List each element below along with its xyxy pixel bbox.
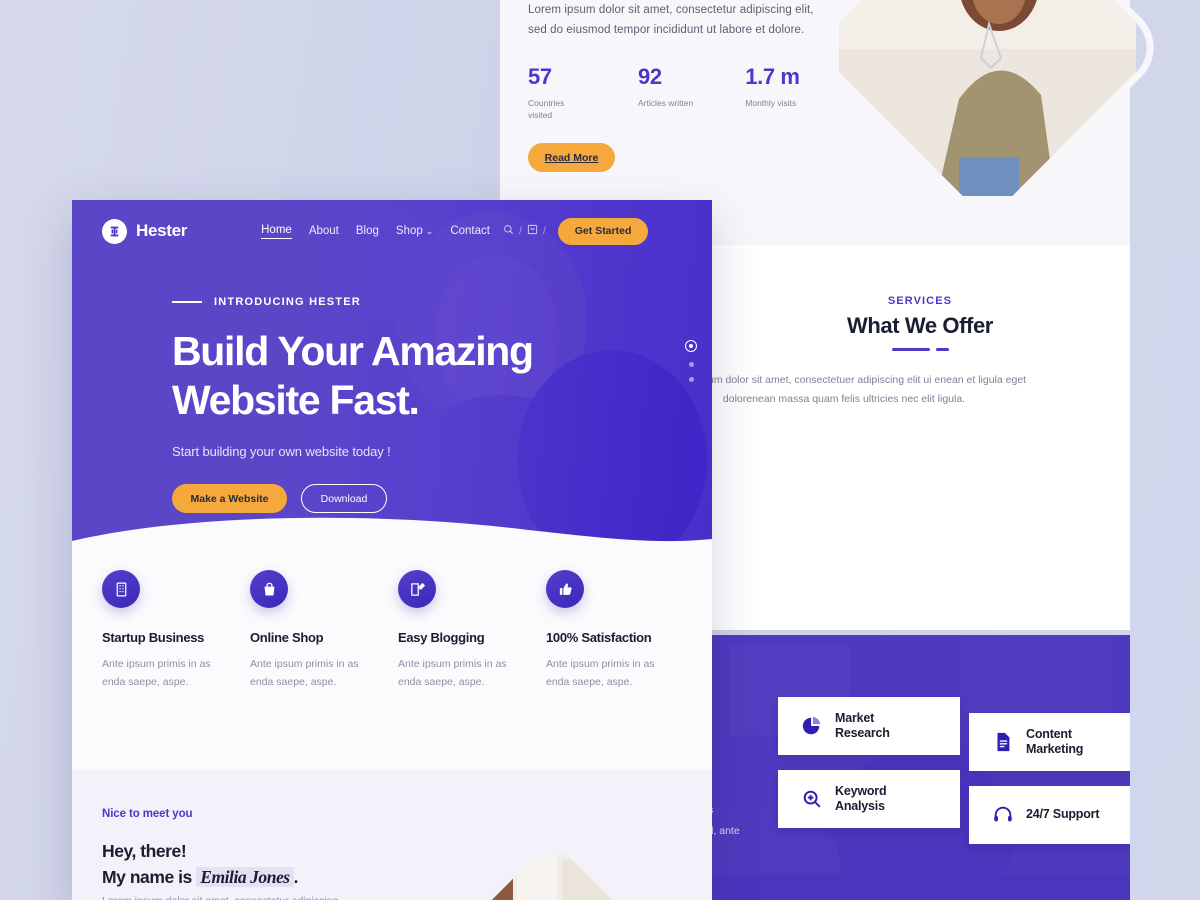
services-kicker: SERVICES <box>887 295 953 307</box>
meet-section: Nice to meet you Hey, there! My name is … <box>72 770 712 900</box>
search-icon[interactable] <box>503 224 514 238</box>
stat-label: Monthly visits <box>745 98 797 108</box>
meet-heading: Hey, there! My name is Emilia Jones. <box>102 838 299 890</box>
slider-dot[interactable] <box>688 377 694 382</box>
hero-buttons: Make a Website Download <box>172 484 533 513</box>
hero-wave-divider <box>72 517 712 555</box>
meet-name-line: My name is Emilia Jones. <box>102 864 299 890</box>
stat-item: 92 Articles written <box>638 66 693 121</box>
feature-desc: Ante ipsum primis in as enda saepe, aspe… <box>546 658 655 688</box>
kicker-dash <box>172 301 202 303</box>
nav-link-home[interactable]: Home <box>261 224 292 239</box>
document-icon <box>991 730 1015 754</box>
hero-kicker: INTRODUCING HESTER <box>172 296 533 308</box>
meet-person-name: Emilia Jones <box>196 867 294 887</box>
slider-dot[interactable] <box>688 362 694 367</box>
edit-square-icon <box>398 570 436 608</box>
nav-icons: / / <box>503 224 546 238</box>
nav-separator: / <box>543 225 547 237</box>
photo-illustration <box>447 855 657 900</box>
slider-dot-active[interactable] <box>685 340 697 352</box>
portrait-photo <box>432 840 672 900</box>
service-tile-support[interactable]: 24/7 Support <box>969 786 1130 844</box>
stat-item: 1.7 m Monthly visits <box>745 64 800 121</box>
hero-subtitle: Start building your own website today ! <box>172 444 391 459</box>
feature-easy-blogging[interactable]: Easy Blogging Ante ipsum primis in as en… <box>398 570 546 750</box>
feature-desc: Ante ipsum primis in as enda saepe, aspe… <box>398 658 507 688</box>
feature-title: Startup Business <box>102 630 205 645</box>
headset-icon <box>991 803 1015 827</box>
nav-links: Home About Blog Shop ⌄ Contact <box>261 224 490 239</box>
h-monogram-icon <box>102 218 127 244</box>
feature-title: Online Shop <box>250 630 324 645</box>
nav-separator: / <box>518 225 523 237</box>
meet-kicker: Nice to meet you <box>102 808 193 820</box>
stats-lede: Lorem ipsum dolor sit amet, consectetur … <box>528 4 814 36</box>
get-started-button[interactable]: Get Started <box>558 217 649 245</box>
nav-link-shop[interactable]: Shop ⌄ <box>396 225 433 237</box>
hero-copy: INTRODUCING HESTER Build Your Amazing We… <box>172 296 534 513</box>
building-icon <box>102 570 140 608</box>
services-title: What We Offer <box>847 313 993 338</box>
feature-title: 100% Satisfaction <box>546 630 652 645</box>
download-button[interactable]: Download <box>301 484 387 513</box>
shopping-bag-icon[interactable] <box>527 224 538 238</box>
services-rule <box>710 348 1130 351</box>
hero-title-line1: Build Your Amazing <box>172 328 534 374</box>
tile-label: Keyword Analysis <box>835 783 887 814</box>
nav-link-blog[interactable]: Blog <box>356 225 379 237</box>
magnifier-plus-icon <box>800 787 824 811</box>
thumbs-up-icon <box>546 570 584 608</box>
tile-label: Content Marketing <box>1026 726 1084 757</box>
meet-greeting: Hey, there! <box>102 841 187 861</box>
feature-startup-business[interactable]: Startup Business Ante ipsum primis in as… <box>102 570 250 750</box>
stat-value: 57 <box>528 64 552 89</box>
hero-kicker-text: INTRODUCING HESTER <box>214 296 361 308</box>
nav-link-contact[interactable]: Contact <box>450 225 490 237</box>
feature-online-shop[interactable]: Online Shop Ante ipsum primis in as enda… <box>250 570 398 750</box>
pie-chart-icon <box>800 714 824 738</box>
feature-desc: Ante ipsum primis in as enda saepe, aspe… <box>250 658 359 688</box>
tile-label: 24/7 Support <box>1026 807 1100 822</box>
feature-title: Easy Blogging <box>398 630 485 645</box>
service-tile-market-research[interactable]: Market Research <box>778 697 960 755</box>
services-subtitle: Lorem ipsum dolor sit amet, consectetuer… <box>710 373 1027 405</box>
brand-logo[interactable]: Hester <box>102 218 188 244</box>
stat-item: 57 Countries visited <box>528 66 586 121</box>
stat-value: 92 <box>638 64 662 89</box>
make-a-website-button[interactable]: Make a Website <box>172 484 287 513</box>
services-panel: SERVICES What We Offer Lorem ipsum dolor… <box>710 245 1130 630</box>
stat-value: 1.7 m <box>745 64 800 89</box>
meet-name-suffix: . <box>293 867 299 887</box>
stats-row: 57 Countries visited 92 Articles written… <box>528 66 828 121</box>
stat-label: Articles written <box>638 98 694 108</box>
tile-label: Market Research <box>835 710 890 741</box>
stat-label: Countries visited <box>528 98 565 120</box>
features-row: Startup Business Ante ipsum primis in as… <box>72 570 712 750</box>
service-tile-keyword-analysis[interactable]: Keyword Analysis <box>778 770 960 828</box>
hero-slider-dots <box>685 340 697 382</box>
nav-link-shop-label: Shop <box>395 225 423 237</box>
nav-link-about[interactable]: About <box>309 225 339 237</box>
main-preview-card: Hester Home About Blog Shop ⌄ Contact / <box>72 200 712 900</box>
brand-name: Hester <box>136 221 188 240</box>
shopping-bag-icon <box>250 570 288 608</box>
hero-section: Hester Home About Blog Shop ⌄ Contact / <box>72 200 712 555</box>
purple-feature-panel: uis vel, ante Market Research <box>710 635 1130 900</box>
chevron-down-icon: ⌄ <box>425 225 434 236</box>
feature-satisfaction[interactable]: 100% Satisfaction Ante ipsum primis in a… <box>546 570 694 750</box>
hero-title: Build Your Amazing Website Fast. <box>172 327 534 425</box>
navbar: Hester Home About Blog Shop ⌄ Contact / <box>72 200 712 262</box>
meet-paragraph: Lorem ipsum dolor sit amet, consectetur … <box>102 892 402 900</box>
feature-desc: Ante ipsum primis in as enda saepe, aspe… <box>102 658 211 688</box>
meet-name-prefix: My name is <box>102 867 197 887</box>
hero-title-line2: Website Fast. <box>172 377 420 423</box>
read-more-button[interactable]: Read More <box>528 143 615 172</box>
read-more-label: Read More <box>544 151 599 164</box>
service-tile-content-marketing[interactable]: Content Marketing <box>969 713 1130 771</box>
